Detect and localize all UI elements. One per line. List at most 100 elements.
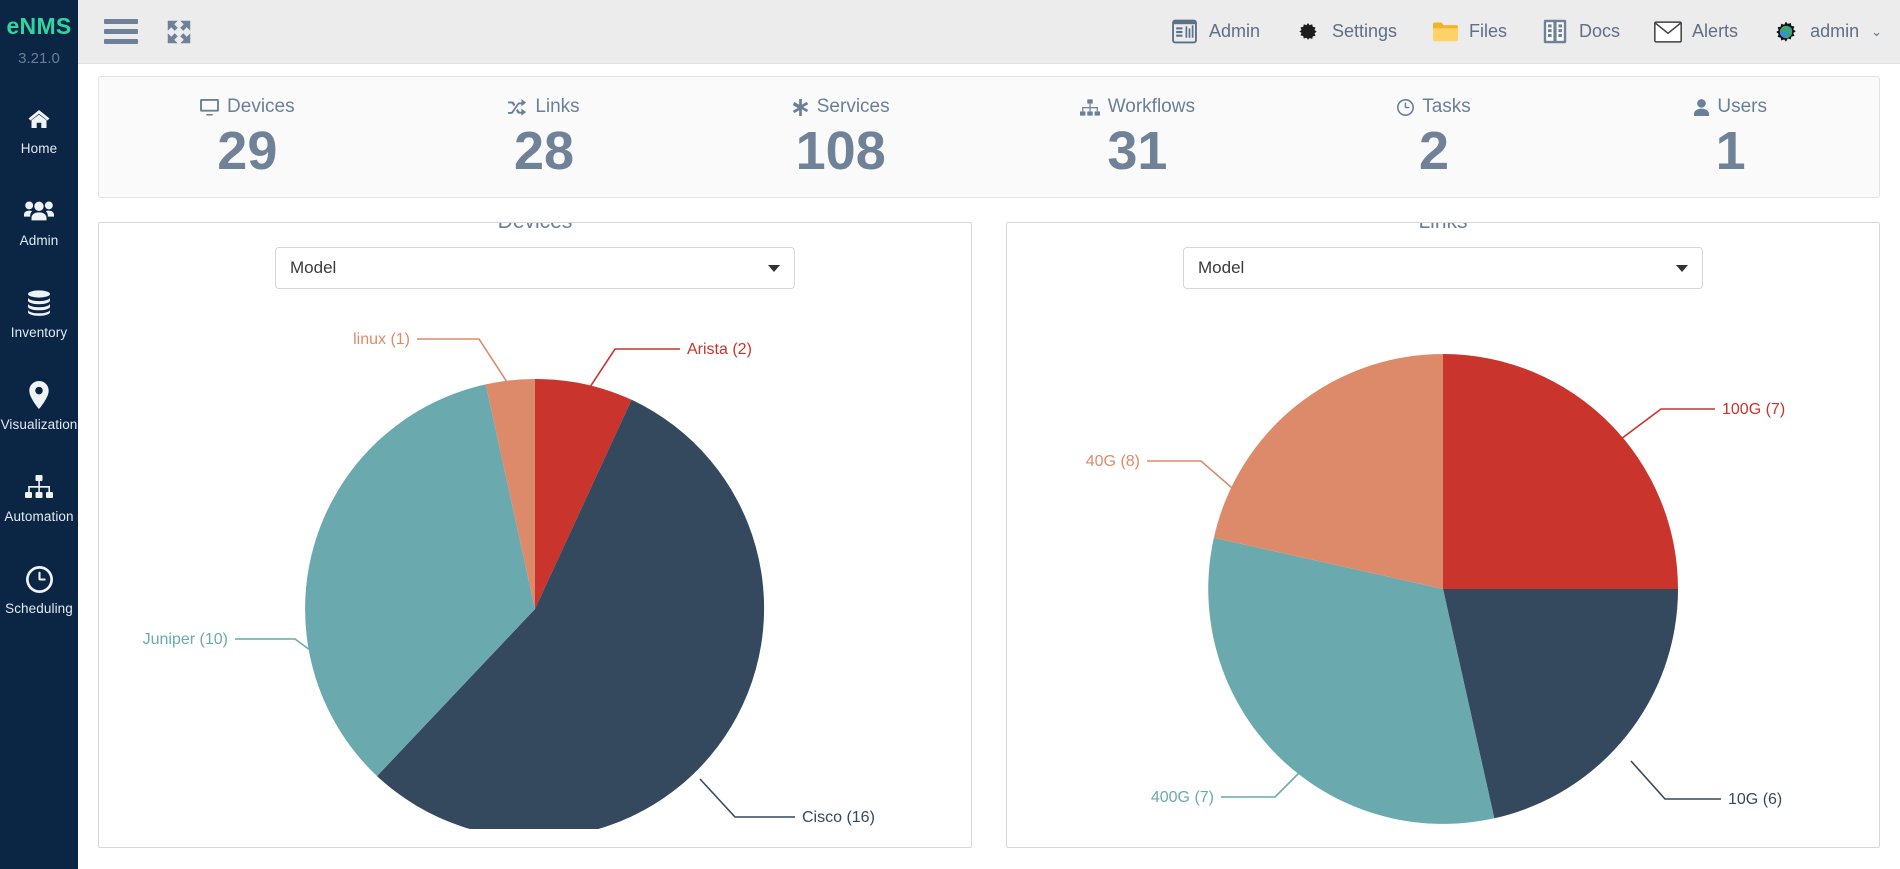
devices-groupby-value: Model — [290, 258, 337, 277]
hamburger-bar — [104, 39, 138, 44]
stat-header: Users — [1694, 96, 1767, 118]
leader-line-arista — [589, 348, 680, 388]
panel-title-links: Links — [1404, 223, 1482, 234]
home-icon — [26, 104, 52, 134]
stat-header: Services — [792, 96, 890, 118]
sidebar-item-label: Scheduling — [5, 601, 73, 616]
chevron-down-icon — [1676, 264, 1688, 272]
links-groupby-value: Model — [1198, 258, 1245, 277]
users-icon — [24, 196, 54, 226]
sitemap-icon — [1079, 98, 1100, 116]
pie-label-400g: 400G (7) — [1151, 789, 1214, 806]
stat-value: 108 — [795, 121, 886, 181]
stat-label: Users — [1717, 96, 1767, 117]
sidebar-item-label: Visualization — [0, 417, 78, 432]
leader-line-linux — [417, 338, 508, 383]
stat-header: Tasks — [1397, 96, 1471, 118]
sidebar-item-admin[interactable]: Admin — [0, 185, 78, 259]
stat-tasks[interactable]: Tasks 2 — [1286, 77, 1583, 197]
devices-pie-svg: Arista (2) Cisco (16) Juniper (10) linux… — [143, 331, 875, 829]
topbar-user-label: admin — [1810, 21, 1860, 41]
stat-label: Workflows — [1107, 96, 1195, 117]
pie-slice-100g[interactable] — [1443, 354, 1678, 589]
pie-label-100g: 100G (7) — [1722, 401, 1785, 418]
devices-select-wrap: Model — [115, 247, 955, 289]
leader-line-100g — [1620, 408, 1715, 440]
stat-header: Workflows — [1079, 96, 1195, 118]
links-select-wrap: Model — [1023, 247, 1863, 289]
devices-groupby-select[interactable]: Model — [275, 247, 795, 289]
stat-users[interactable]: Users 1 — [1582, 77, 1879, 197]
sidebar-item-home[interactable]: Home — [0, 93, 78, 167]
panel-links: Links Model — [1006, 222, 1880, 848]
topbar-item-alerts[interactable]: Alerts — [1654, 18, 1738, 46]
topbar-item-label: Files — [1469, 21, 1508, 41]
topbar-item-label: Settings — [1331, 21, 1398, 41]
stat-links[interactable]: Links 28 — [396, 77, 693, 197]
links-pie-svg: 100G (7) 10G (6) 400G (7) 40G (8) — [1086, 354, 1785, 824]
sitemap-icon — [25, 472, 53, 502]
book-icon — [1541, 18, 1569, 46]
desktop-icon — [200, 98, 219, 116]
clock-icon — [25, 564, 53, 594]
stat-devices[interactable]: Devices 29 — [99, 77, 396, 197]
user-gear-icon — [1772, 18, 1800, 46]
sidebar-item-visualization[interactable]: Visualization — [0, 369, 78, 443]
sidebar-item-label: Automation — [4, 509, 74, 524]
sidebar-nav: Home Admin Inventory Visualization Autom… — [0, 93, 78, 627]
asterisk-icon — [792, 98, 809, 116]
chevron-down-icon — [768, 264, 780, 272]
topbar-item-docs[interactable]: Docs — [1541, 18, 1620, 46]
stat-value: 29 — [217, 121, 278, 181]
stats-summary-card: Devices 29 Links 28 Services 108 Workflo… — [98, 76, 1880, 198]
stat-header: Devices — [200, 96, 295, 118]
sidebar-item-inventory[interactable]: Inventory — [0, 277, 78, 351]
topbar-item-label: Admin — [1208, 21, 1260, 41]
leader-line-cisco — [699, 778, 795, 818]
stat-workflows[interactable]: Workflows 31 — [989, 77, 1286, 197]
topbar-user-menu[interactable]: admin ⌄ — [1772, 18, 1882, 46]
chevron-down-icon: ⌄ — [1871, 23, 1882, 39]
sidebar: eNMS 3.21.0 Home Admin Inventory Visuali… — [0, 0, 78, 869]
links-pie-chart: 100G (7) 10G (6) 400G (7) 40G (8) — [1023, 309, 1863, 829]
topbar-item-label: Docs — [1579, 21, 1621, 41]
panel-title-devices: Devices — [483, 223, 587, 234]
stat-label: Devices — [227, 96, 295, 117]
topbar-item-settings[interactable]: Settings — [1294, 18, 1397, 46]
expand-arrows-icon[interactable] — [164, 17, 194, 47]
panel-devices: Devices Model — [98, 222, 972, 848]
leader-line-10g — [1630, 760, 1721, 800]
sidebar-item-label: Admin — [19, 233, 59, 248]
gear-globe-icon — [1294, 18, 1322, 46]
pie-label-linux: linux (1) — [353, 331, 410, 348]
brand-logo[interactable]: eNMS — [0, 0, 78, 40]
envelope-icon — [1654, 18, 1682, 46]
topbar: Admin Settings Files Docs Alerts admin ⌄ — [78, 0, 1900, 64]
stat-value: 1 — [1715, 121, 1746, 181]
pie-label-cisco: Cisco (16) — [802, 809, 875, 826]
stat-value: 28 — [513, 121, 575, 181]
pie-label-juniper: Juniper (10) — [143, 631, 228, 648]
devices-fieldset: Devices Model — [98, 222, 972, 848]
map-marker-icon — [29, 380, 49, 410]
sidebar-item-automation[interactable]: Automation — [0, 461, 78, 535]
links-groupby-select[interactable]: Model — [1183, 247, 1703, 289]
hamburger-bar — [104, 29, 138, 34]
main-area: Admin Settings Files Docs Alerts admin ⌄… — [78, 0, 1900, 869]
sidebar-item-label: Home — [20, 141, 58, 156]
sidebar-item-scheduling[interactable]: Scheduling — [0, 553, 78, 627]
stat-label: Tasks — [1422, 96, 1471, 117]
shuffle-icon — [508, 98, 527, 116]
stat-value: 2 — [1419, 121, 1450, 181]
stat-label: Links — [535, 96, 580, 117]
stat-value: 31 — [1107, 121, 1168, 181]
stat-services[interactable]: Services 108 — [692, 77, 989, 197]
hamburger-icon[interactable] — [104, 19, 138, 44]
sidebar-item-label: Inventory — [10, 325, 68, 340]
pie-label-arista: Arista (2) — [687, 341, 752, 358]
devices-pie-chart: Arista (2) Cisco (16) Juniper (10) linux… — [115, 309, 955, 829]
topbar-item-admin[interactable]: Admin — [1171, 18, 1260, 46]
topbar-item-label: Alerts — [1692, 21, 1739, 41]
topbar-item-files[interactable]: Files — [1431, 18, 1507, 46]
links-fieldset: Links Model — [1006, 222, 1880, 848]
